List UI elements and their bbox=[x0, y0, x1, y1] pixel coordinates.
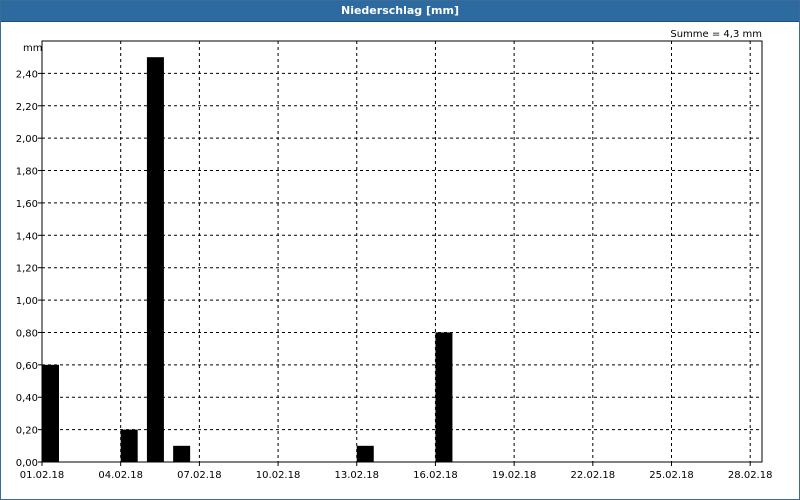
x-tick-label: 28.02.18 bbox=[728, 470, 773, 481]
y-tick-label: 1,20 bbox=[16, 264, 38, 275]
bar-13.02.18 bbox=[356, 445, 374, 462]
y-tick-label: 1,00 bbox=[16, 296, 38, 307]
bar-16.02.18 bbox=[435, 332, 453, 462]
y-tick-label: 0,20 bbox=[16, 426, 38, 437]
x-tick-label: 10.02.18 bbox=[256, 470, 301, 481]
bar-04.02.18 bbox=[120, 429, 138, 462]
y-tick-label: 0,40 bbox=[16, 393, 38, 404]
y-tick-label: 2,00 bbox=[16, 134, 38, 145]
x-tick-label: 07.02.18 bbox=[177, 470, 222, 481]
x-tick-label: 04.02.18 bbox=[98, 470, 143, 481]
x-tick-label: 19.02.18 bbox=[492, 470, 537, 481]
sum-annotation: Summe = 4,3 mm bbox=[670, 29, 762, 40]
y-tick-label: 1,60 bbox=[16, 199, 38, 210]
precipitation-chart: mm Summe = 4,3 mm 0,00 0,20 0,40 0,60 0,80 1,… bbox=[16, 29, 773, 481]
x-tick-labels: 01.02.18 04.02.18 07.02.18 10.02.18 13.02.18… bbox=[20, 462, 773, 481]
chart-window: Niederschlag [mm] mm Summe = 4,3 mm 0,00… bbox=[0, 0, 800, 500]
chart-title: Niederschlag [mm] bbox=[1, 1, 799, 22]
y-tick-label: 0,00 bbox=[16, 458, 38, 469]
y-tick-label: 0,60 bbox=[16, 361, 38, 372]
bar-series bbox=[42, 57, 453, 462]
bar-01.02.18 bbox=[42, 364, 59, 462]
x-tick-label: 13.02.18 bbox=[334, 470, 379, 481]
bar-05.02.18 bbox=[146, 57, 164, 462]
y-tick-label: 2,40 bbox=[16, 69, 38, 80]
y-tick-label: 0,80 bbox=[16, 328, 38, 339]
x-tick-label: 25.02.18 bbox=[649, 470, 694, 481]
x-tick-label: 01.02.18 bbox=[20, 470, 65, 481]
y-axis-unit-label: mm bbox=[23, 43, 42, 54]
y-tick-label: 1,80 bbox=[16, 167, 38, 178]
y-tick-label: 2,20 bbox=[16, 102, 38, 113]
y-tick-label: 1,40 bbox=[16, 231, 38, 242]
x-tick-label: 22.02.18 bbox=[571, 470, 616, 481]
x-tick-label: 16.02.18 bbox=[413, 470, 458, 481]
y-tick-labels: 0,00 0,20 0,40 0,60 0,80 1,00 1,20 1,40 1,60 1,80… bbox=[16, 69, 42, 469]
bar-06.02.18 bbox=[173, 445, 191, 462]
